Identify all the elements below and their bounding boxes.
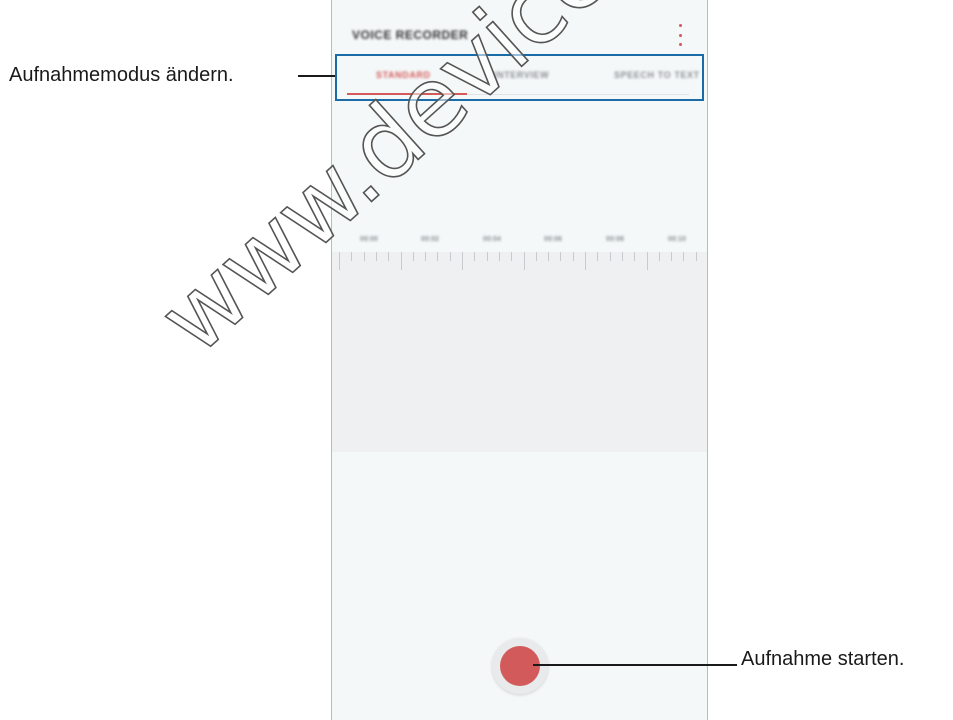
ruler-tick xyxy=(621,252,623,261)
ruler-tick xyxy=(412,252,414,261)
more-options-icon[interactable] xyxy=(675,24,685,46)
ruler-tick xyxy=(474,252,476,261)
ruler-tick xyxy=(597,252,599,261)
time-label: 00:08 xyxy=(606,236,624,243)
record-button[interactable] xyxy=(492,638,548,694)
ruler-tick xyxy=(609,252,611,261)
ruler-tick xyxy=(388,252,390,261)
callout-line-start xyxy=(533,664,737,666)
time-label: 00:02 xyxy=(421,236,439,243)
ruler-tick xyxy=(535,252,537,261)
ruler-tick xyxy=(658,252,660,261)
ruler-tick xyxy=(498,252,500,261)
callout-start: Aufnahme starten. xyxy=(741,648,905,670)
callout-mode: Aufnahmemodus ändern. xyxy=(9,64,234,86)
ruler-tick xyxy=(486,252,488,261)
ruler-tick xyxy=(585,252,586,270)
ruler-tick xyxy=(351,252,353,261)
record-icon xyxy=(500,646,540,686)
ruler-tick xyxy=(425,252,427,261)
ruler-tick xyxy=(363,252,365,261)
ruler-tick xyxy=(449,252,451,261)
ruler-tick xyxy=(339,252,340,270)
time-label: 00:04 xyxy=(483,236,501,243)
ruler-tick xyxy=(375,252,377,261)
ruler-tick xyxy=(523,252,525,270)
mode-tabs-highlight xyxy=(335,54,704,101)
ruler-tick xyxy=(400,252,402,270)
app-title: VOICE RECORDER xyxy=(352,28,469,42)
phone-screen: VOICE RECORDER STANDARD INTERVIEW SPEECH… xyxy=(331,0,708,720)
time-label: 00:06 xyxy=(544,236,562,243)
ruler-tick xyxy=(572,252,574,261)
ruler-tick xyxy=(548,252,550,261)
ruler-tick xyxy=(646,252,648,270)
callout-line-mode xyxy=(298,75,335,77)
ruler-tick xyxy=(695,252,697,261)
ruler-tick xyxy=(671,252,673,261)
ruler-tick xyxy=(511,252,513,261)
ruler-tick xyxy=(462,252,463,270)
timeline-labels: 00:00 00:02 00:04 00:06 00:08 00:10 xyxy=(332,236,707,248)
ruler-tick xyxy=(437,252,439,261)
ruler-tick xyxy=(683,252,685,261)
waveform-area xyxy=(332,252,707,452)
time-label: 00:00 xyxy=(360,236,378,243)
timeline-ruler xyxy=(332,252,707,272)
ruler-tick xyxy=(634,252,636,261)
ruler-tick xyxy=(560,252,562,261)
time-label: 00:10 xyxy=(668,236,686,243)
